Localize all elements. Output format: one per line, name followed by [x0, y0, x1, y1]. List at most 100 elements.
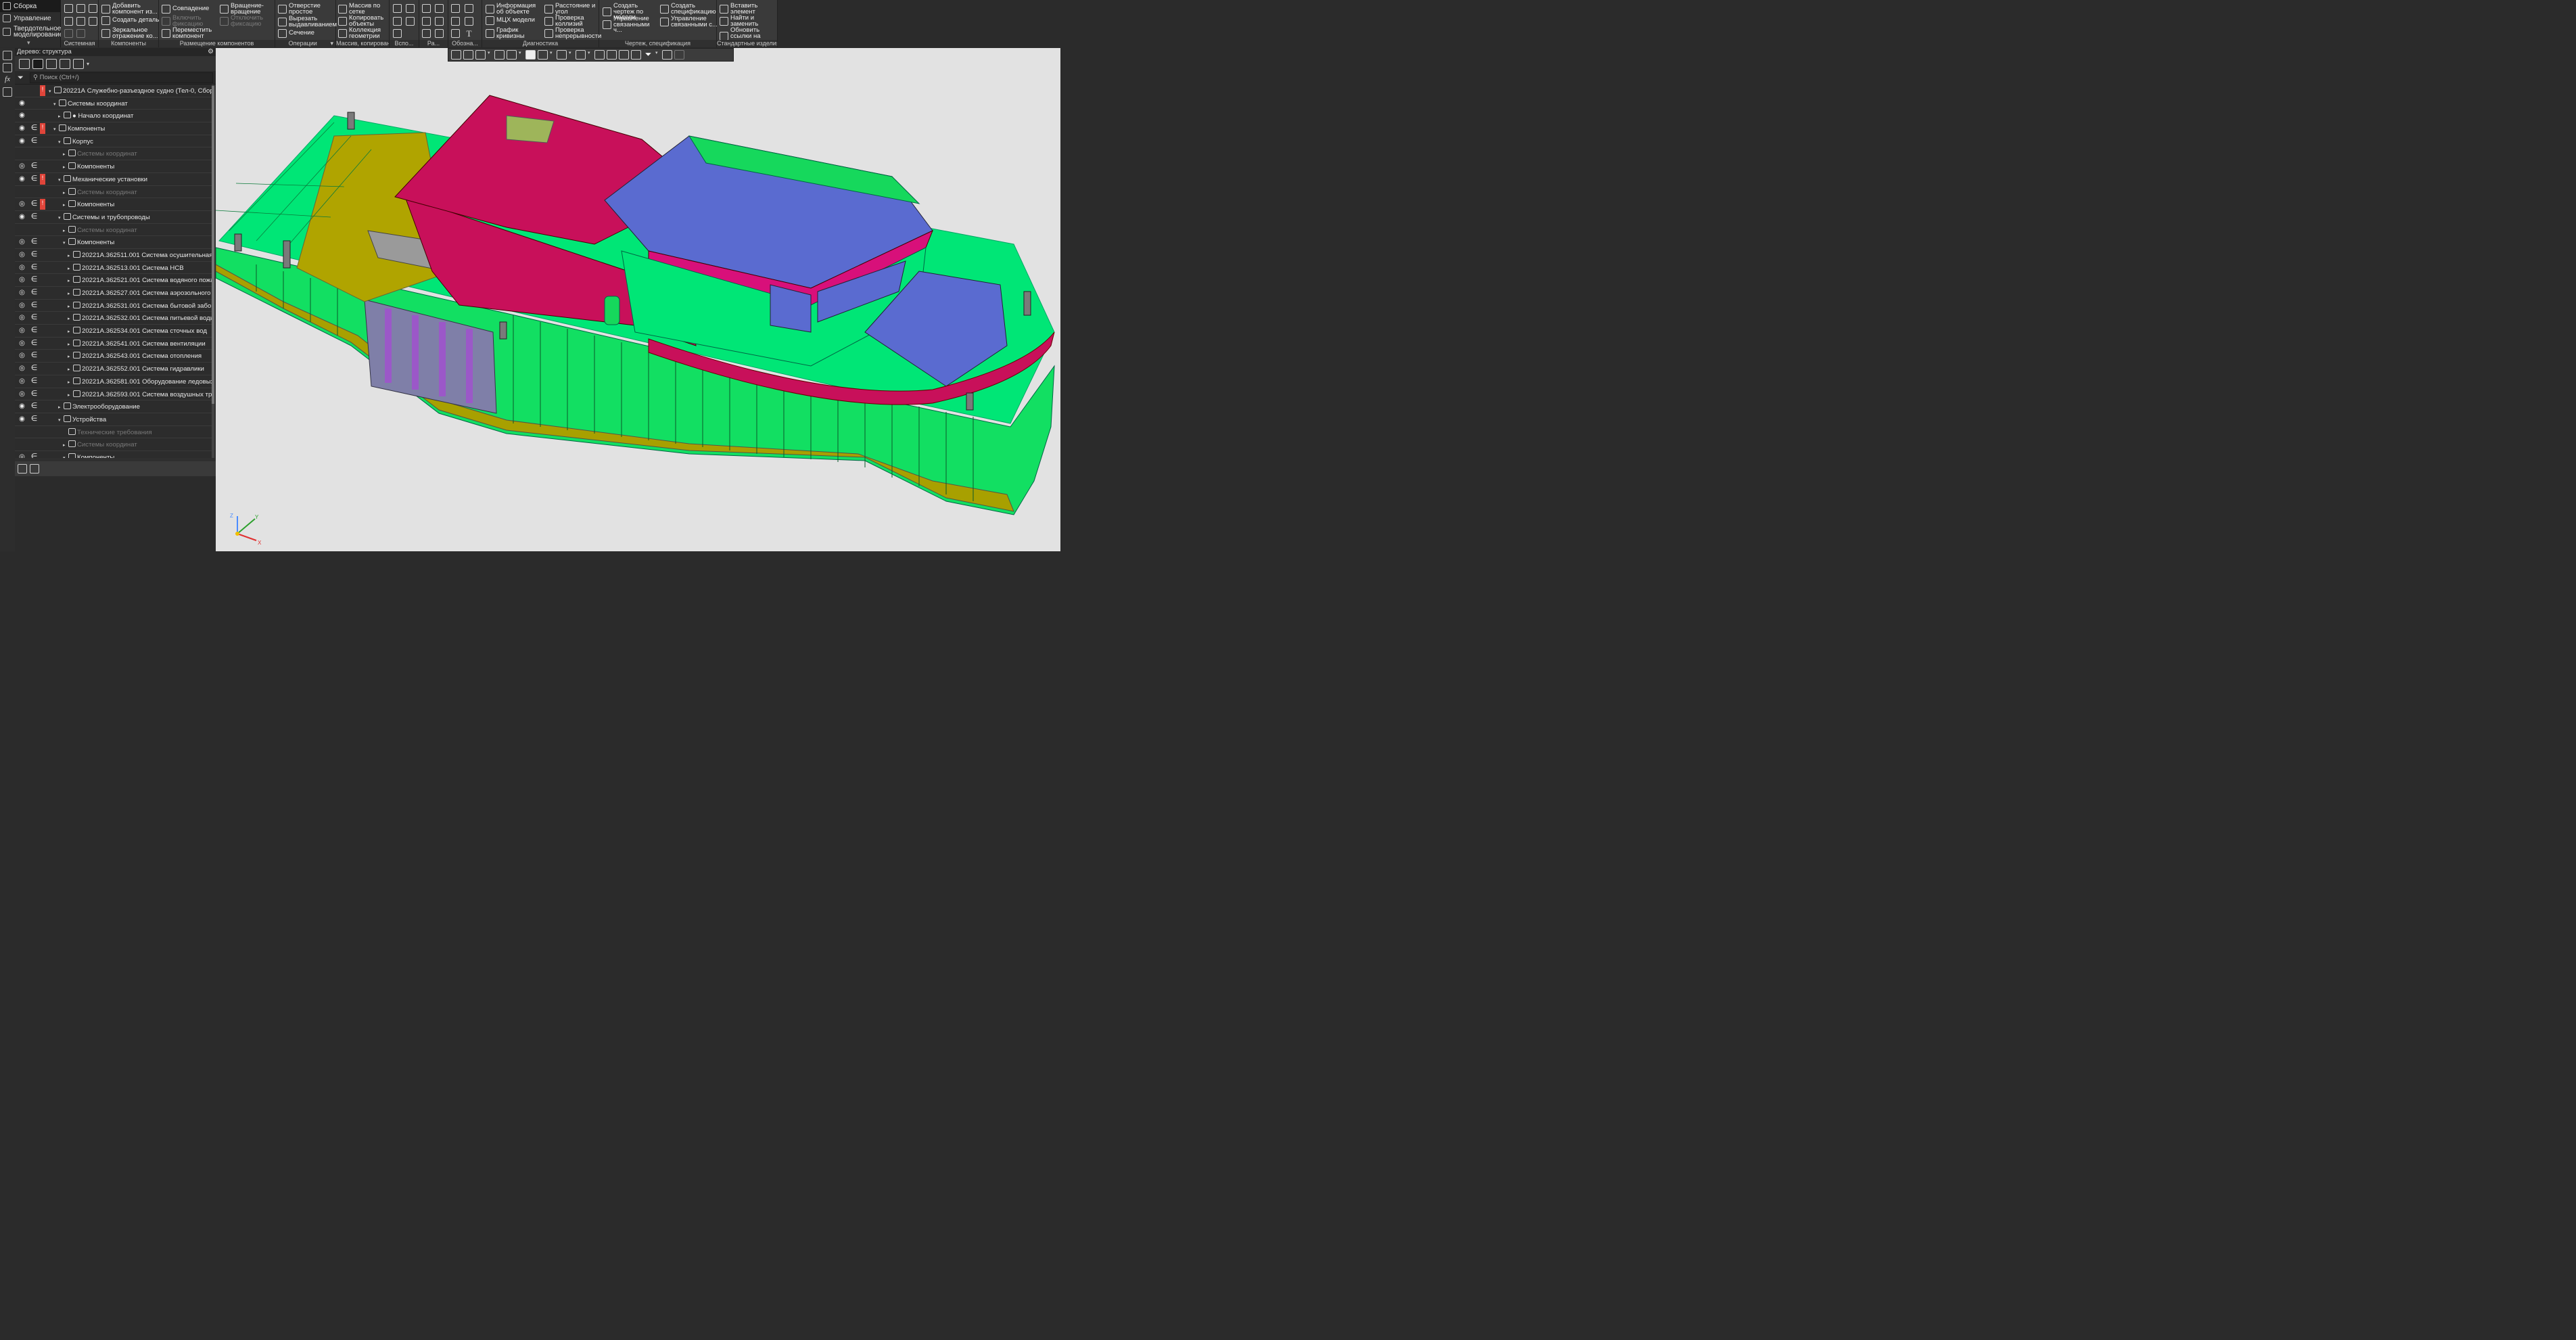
visibility-eye-icon[interactable]: ◉ [18, 99, 26, 108]
include-in-calc-icon[interactable]: ∈ [30, 326, 39, 335]
tree-row[interactable]: ◉ ∈ ▾ Системы и трубопроводы [15, 210, 214, 224]
expand-chevron-icon[interactable]: ▸ [68, 266, 73, 271]
mode-assembly[interactable]: Сборка [0, 0, 60, 12]
tree-options-chevron-icon[interactable]: ▾ [87, 61, 89, 67]
mcx-button[interactable]: МЦХ модели [486, 16, 535, 25]
section-view-icon[interactable] [576, 50, 586, 60]
hide-icon[interactable] [557, 50, 567, 60]
shaded-cube-icon[interactable] [525, 50, 536, 60]
tree-row[interactable]: ◎ ∈ ▸ 20221А.362532.001 Система питьевой во… [15, 312, 214, 325]
tree-row[interactable]: ▸ Системы координат [15, 185, 214, 199]
visibility-eye-icon[interactable]: ◎ [18, 301, 26, 310]
view-zoom-window-icon[interactable] [463, 50, 473, 60]
tree-scrollbar-thumb[interactable] [212, 86, 214, 404]
visibility-eye-icon[interactable]: ◎ [18, 313, 26, 322]
include-in-calc-icon[interactable]: ∈ [30, 288, 39, 297]
create-spec-button[interactable]: Создать спецификацию [660, 3, 718, 15]
visibility-eye-icon[interactable] [18, 187, 26, 196]
aux-csys-icon[interactable] [406, 17, 415, 26]
expand-chevron-icon[interactable]: ▾ [63, 240, 68, 246]
include-in-calc-icon[interactable]: ∈ [30, 263, 39, 272]
undo-icon[interactable] [64, 29, 73, 38]
visibility-eye-icon[interactable]: ◎ [18, 275, 26, 284]
visibility-eye-icon[interactable]: ◎ [18, 200, 26, 208]
filter-chevron-icon[interactable]: ▾ [655, 50, 660, 60]
tree-scrollbar[interactable] [212, 85, 214, 458]
tree-row[interactable]: ◉ ∈! ▾ Компоненты [15, 122, 214, 135]
include-in-calc-icon[interactable] [30, 225, 39, 234]
tree-row[interactable]: ◎ ∈ ▾ Компоненты [15, 450, 214, 458]
variables-fx-icon[interactable]: fx [3, 75, 12, 85]
visibility-eye-icon[interactable]: ◉ [18, 175, 26, 183]
include-in-calc-icon[interactable]: ∈ [30, 250, 39, 259]
expand-chevron-icon[interactable]: ▸ [63, 152, 68, 157]
include-in-calc-icon[interactable]: ∈ [30, 402, 39, 411]
explode-icon[interactable] [594, 50, 605, 60]
include-in-calc-icon[interactable]: ∈ [30, 137, 39, 145]
include-in-calc-icon[interactable]: ∈ [30, 339, 39, 348]
expand-chevron-icon[interactable]: ▸ [63, 190, 68, 195]
picker-icon[interactable] [674, 50, 684, 60]
visibility-eye-icon[interactable]: ◉ [18, 111, 26, 120]
tree-row[interactable]: ◉ ∈! ▾ Механические установки [15, 172, 214, 186]
mass-icon[interactable] [619, 50, 629, 60]
include-in-calc-icon[interactable]: ∈ [30, 364, 39, 373]
visibility-eye-icon[interactable]: ◉ [18, 124, 26, 133]
visibility-eye-icon[interactable]: ◎ [18, 377, 26, 386]
expand-chevron-icon[interactable]: ▾ [58, 177, 64, 183]
view-orient-icon[interactable] [507, 50, 517, 60]
new-file-icon[interactable] [64, 4, 73, 13]
visibility-eye-icon[interactable]: ◎ [18, 326, 26, 335]
search-input[interactable]: ⚲ Поиск (Ctrl+/) [30, 72, 213, 83]
3d-viewport[interactable]: Z Y X [216, 48, 1060, 551]
expand-chevron-icon[interactable]: ▸ [58, 405, 64, 410]
tree-panel-icon[interactable] [3, 51, 12, 60]
tree-list-icon[interactable] [73, 58, 84, 69]
visibility-eye-icon[interactable] [18, 440, 26, 448]
expand-chevron-icon[interactable]: ▸ [63, 442, 68, 448]
aux-axis-icon[interactable] [406, 4, 415, 13]
tree-row[interactable]: ◎ ∈ ▾ Компоненты [15, 236, 214, 249]
tree-row[interactable]: ◎ ∈! ▸ Компоненты [15, 198, 214, 211]
layout-3-icon[interactable] [422, 17, 431, 26]
filter-funnel-icon[interactable]: ⏷ [18, 74, 27, 82]
include-in-calc-icon[interactable] [30, 149, 39, 158]
include-in-calc-icon[interactable]: ∈ [30, 313, 39, 322]
find-replace-button[interactable]: Найти и заменить [720, 15, 771, 27]
tree-row[interactable]: ◉ ∈ ▸ Электрооборудование [15, 400, 214, 413]
layout-2-icon[interactable] [435, 4, 444, 13]
expand-chevron-icon[interactable]: ▸ [68, 354, 73, 359]
redo-icon[interactable] [76, 29, 85, 38]
tab-tree-icon[interactable] [18, 464, 27, 473]
tree-row[interactable]: ▸ Системы координат [15, 438, 214, 451]
section-button[interactable]: Сечение [278, 29, 314, 38]
include-in-calc-icon[interactable] [30, 187, 39, 196]
tree-row[interactable]: ◎ ∈ ▸ 20221А.362552.001 Система гидравлики [15, 363, 214, 375]
include-in-calc-icon[interactable] [30, 99, 39, 108]
visibility-eye-icon[interactable]: ◎ [18, 390, 26, 398]
collapse-chevron-icon[interactable]: ▾ [27, 39, 30, 47]
expand-chevron-icon[interactable]: ▸ [68, 253, 73, 258]
visibility-eye-icon[interactable]: ◎ [18, 263, 26, 272]
expand-chevron-icon[interactable]: ▸ [63, 164, 68, 170]
layers-icon[interactable] [3, 87, 12, 97]
include-in-calc-icon[interactable] [30, 86, 39, 95]
tree-row[interactable]: ▸ Системы координат [15, 147, 214, 161]
expand-chevron-icon[interactable]: ▸ [68, 342, 73, 347]
include-in-calc-icon[interactable]: ∈ [30, 377, 39, 386]
tree-row[interactable]: ! ▾ 20221А Служебно-разъездное судно (Тел-… [15, 85, 214, 97]
view-zoom-icon[interactable] [475, 50, 486, 60]
aux-line-icon[interactable] [393, 29, 402, 38]
graph-icon[interactable] [631, 50, 641, 60]
visibility-eye-icon[interactable] [18, 225, 26, 234]
visibility-eye-icon[interactable]: ◎ [18, 250, 26, 259]
expand-chevron-icon[interactable]: ▾ [53, 101, 59, 107]
disable-fixation-button[interactable]: Отключить фиксацию [220, 15, 271, 27]
grid-array-button[interactable]: Массив по сетке [338, 3, 388, 15]
simple-hole-button[interactable]: Отверстие простое [278, 3, 333, 15]
expand-chevron-icon[interactable]: ▸ [68, 304, 73, 309]
curvature-graph-button[interactable]: График кривизны [486, 27, 527, 39]
notation-icon[interactable] [451, 4, 460, 13]
include-in-calc-icon[interactable]: ∈ [30, 390, 39, 398]
dimension-icon[interactable] [465, 4, 473, 13]
